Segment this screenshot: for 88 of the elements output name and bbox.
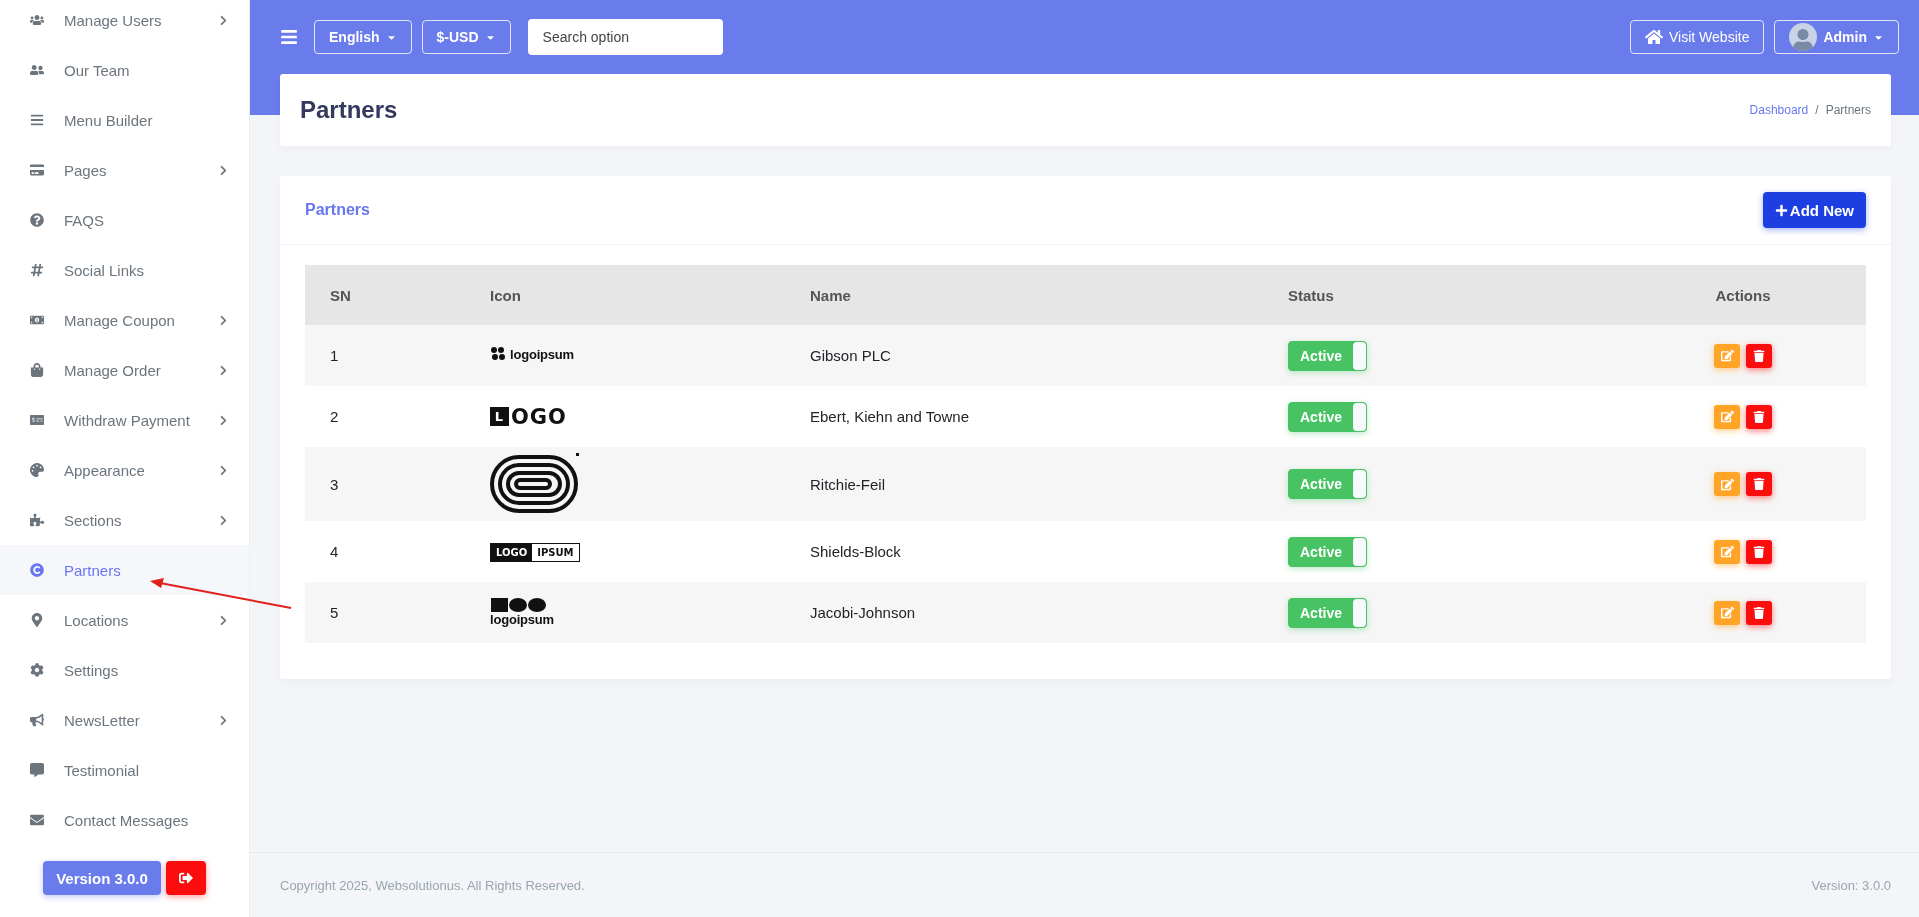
menu-icon [30, 113, 44, 127]
partner-logo: L OGO [490, 404, 567, 429]
table-cell: Ritchie-Feil [785, 447, 1263, 521]
table-cell: Gibson PLC [785, 325, 1263, 386]
trash-icon [1753, 410, 1765, 423]
user-menu[interactable]: Admin [1774, 20, 1899, 54]
sidebar-item[interactable]: Partners [0, 545, 249, 595]
sidebar-item[interactable]: Social Links [0, 245, 249, 295]
hashtag-icon [30, 263, 44, 277]
table-cell: 3 [305, 447, 465, 521]
sidebar-item[interactable]: Manage Order [0, 345, 249, 395]
trash-icon [1753, 545, 1765, 558]
sidebar-item[interactable]: FAQS [0, 195, 249, 245]
sidebar-item[interactable]: Menu Builder [0, 95, 249, 145]
megaphone-icon [30, 713, 44, 727]
copyright-text: Copyright 2025, Websolutionus. All Rights Reserved. [280, 877, 585, 893]
comment-icon [30, 763, 44, 777]
sidebar-item[interactable]: Contact Messages [0, 795, 249, 845]
version-text: Version: 3.0.0 [1811, 877, 1891, 893]
delete-button[interactable] [1746, 472, 1772, 496]
puzzle-icon [30, 513, 44, 527]
partner-logo: logoipsum [490, 598, 554, 627]
edit-icon [1720, 410, 1734, 423]
breadcrumb-current: Partners [1825, 103, 1871, 117]
delete-button[interactable] [1746, 404, 1772, 429]
sidebar-item[interactable]: Appearance [0, 445, 249, 495]
cheque-icon [30, 413, 44, 427]
trash-icon [1753, 349, 1765, 362]
sidebar-item[interactable]: Withdraw Payment [0, 395, 249, 445]
logout-icon [178, 871, 193, 885]
column-header: Actions [1620, 265, 1866, 325]
table-cell: Jacobi-Johnson [785, 582, 1263, 643]
table-cell: 1 [305, 325, 465, 386]
delete-button[interactable] [1746, 600, 1772, 625]
sidebar-item[interactable]: Pages [0, 145, 249, 195]
card-title: Partners [305, 201, 370, 219]
sidebar-item[interactable]: NewsLetter [0, 695, 249, 745]
sidebar-item[interactable]: Manage Coupon [0, 295, 249, 345]
column-header: Status [1263, 265, 1620, 325]
sidebar-item[interactable]: Sections [0, 495, 249, 545]
banknote-icon [30, 313, 44, 327]
avatar [1789, 23, 1818, 51]
table-cell: 5 [305, 582, 465, 643]
menu-icon[interactable] [280, 28, 298, 46]
delete-button[interactable] [1746, 343, 1772, 368]
add-new-button[interactable]: Add New [1762, 192, 1866, 228]
table-cell: 2 [305, 386, 465, 447]
home-icon [1645, 28, 1664, 46]
edit-icon [1720, 606, 1734, 619]
version-button[interactable]: Version 3.0.0 [43, 861, 161, 895]
edit-icon [1720, 349, 1734, 362]
logout-button[interactable] [165, 861, 206, 895]
settings-icon [30, 663, 44, 677]
edit-icon [1720, 477, 1734, 491]
table-cell: Shields-Block [785, 521, 1263, 582]
breadcrumb-separator: / [1815, 103, 1819, 117]
plus-icon [1774, 203, 1788, 217]
search-field[interactable]: Search option [527, 19, 723, 55]
currency-dropdown[interactable]: $-USD [421, 20, 511, 54]
question-icon [30, 213, 44, 227]
sidebar-item[interactable]: Testimonial [0, 745, 249, 795]
table-cell: Ebert, Kiehn and Towne [785, 386, 1263, 447]
delete-button[interactable] [1746, 539, 1772, 564]
partner-logo: LOGO IPSUM [490, 542, 580, 562]
visit-website-button[interactable]: Visit Website [1630, 20, 1765, 54]
group-icon [30, 63, 44, 77]
table-cell: 4 [305, 521, 465, 582]
column-header: SN [305, 265, 465, 325]
language-dropdown[interactable]: English [314, 20, 412, 54]
location-pin-icon [30, 613, 44, 627]
palette-icon [30, 463, 44, 477]
sidebar-item[interactable]: Our Team [0, 45, 249, 95]
bag-icon [30, 363, 44, 377]
breadcrumb-link[interactable]: Dashboard [1749, 103, 1809, 117]
page-title: Partners [300, 96, 399, 124]
users-icon [30, 13, 44, 27]
sidebar-item[interactable]: Manage Users [0, 0, 249, 45]
trash-icon [1753, 478, 1765, 490]
copyright-icon [30, 563, 44, 577]
sidebar-item[interactable]: Settings [0, 645, 249, 695]
column-header: Icon [465, 265, 785, 325]
partner-logo: logoipsum [490, 346, 574, 362]
sidebar-item[interactable]: Locations [0, 595, 249, 645]
column-header: Name [785, 265, 1263, 325]
envelope-icon [30, 813, 44, 827]
trash-icon [1753, 606, 1765, 619]
card-icon [30, 163, 44, 177]
edit-icon [1720, 545, 1734, 558]
